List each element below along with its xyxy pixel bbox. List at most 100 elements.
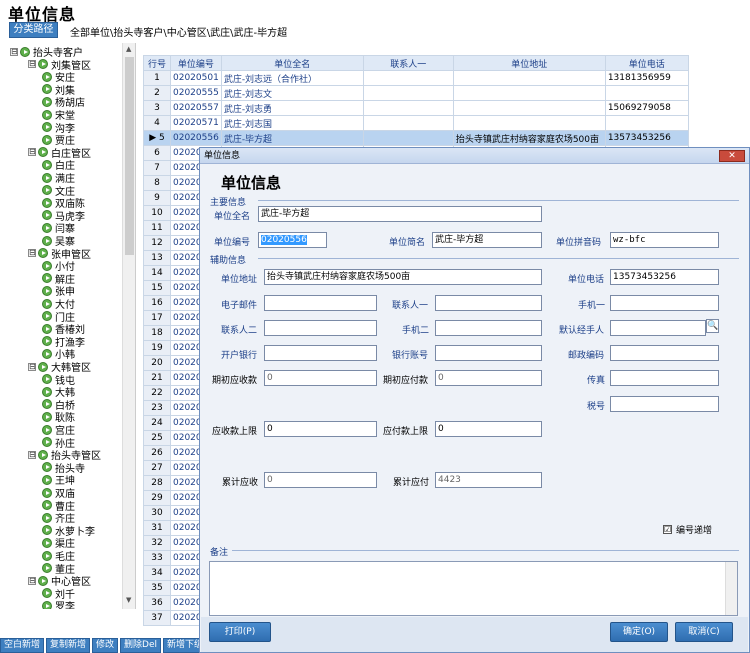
mobile2-label: 手机二 (402, 326, 430, 336)
node-icon (38, 575, 48, 586)
auto-increment-checkbox[interactable]: ☑ 编号递增 (663, 523, 712, 536)
node-icon (42, 411, 52, 422)
init-receivable-field[interactable]: 0 (264, 370, 377, 386)
postcode-field[interactable] (610, 345, 719, 361)
node-icon (42, 96, 52, 107)
tree-leaf[interactable]: 罗李 (42, 599, 75, 609)
table-cell-n: 14 (143, 265, 171, 281)
table-row[interactable]: 3 02020557 武庄-刘志勇 15069279058 (143, 100, 689, 116)
table-row[interactable]: 2 02020555 武庄-刘志文 (143, 85, 689, 101)
scroll-down-icon[interactable]: ▼ (126, 596, 131, 604)
contact1-label: 联系人一 (392, 301, 429, 311)
category-path-button[interactable]: 分类路径 (9, 22, 58, 38)
collapse-icon[interactable]: ⊟ (10, 47, 18, 56)
bank-label: 开户银行 (221, 351, 258, 361)
table-row[interactable]: 1 02020501 武庄-刘志远（合作社） 13181356959 (143, 70, 689, 86)
collapse-icon[interactable]: ⊟ (28, 249, 36, 258)
node-icon (42, 512, 52, 523)
node-icon (42, 537, 52, 548)
table-row[interactable]: 4 02020571 武庄-刘志国 (143, 115, 689, 131)
column-header[interactable]: 单位全名 (220, 55, 364, 71)
print-button[interactable]: 打印(P) (209, 622, 271, 642)
memo-scrollbar[interactable] (725, 562, 737, 615)
table-cell-n: 22 (143, 385, 171, 401)
dialog-titlebar[interactable]: 单位信息 (200, 148, 749, 164)
postcode-label: 邮政编码 (568, 351, 605, 361)
table-cell-n: 19 (143, 340, 171, 356)
table-cell-n: 32 (143, 535, 171, 551)
toolbar-button[interactable]: 修改 (92, 638, 119, 653)
pay-limit-field[interactable]: 0 (435, 421, 542, 437)
toolbar-button[interactable]: 删除Del (120, 638, 162, 653)
bank-field[interactable] (264, 345, 377, 361)
column-header[interactable]: 单位编号 (170, 55, 222, 71)
node-icon (42, 500, 52, 511)
table-cell-addr (452, 100, 606, 116)
table-cell-n: 9 (143, 190, 171, 206)
pinyin-field[interactable]: wz-bfc (610, 232, 719, 248)
cancel-button[interactable]: 取消(C) (675, 622, 733, 642)
table-cell-n: 12 (143, 235, 171, 251)
cum-pay-field[interactable]: 4423 (435, 472, 542, 488)
node-icon (42, 285, 52, 296)
collapse-icon[interactable]: ⊟ (28, 362, 36, 371)
node-icon (42, 311, 52, 322)
cum-recv-field[interactable]: 0 (264, 472, 377, 488)
dialog-heading: 单位信息 (221, 174, 282, 192)
search-icon[interactable]: 🔍 (706, 319, 719, 333)
init-receivable-label: 期初应收款 (212, 376, 258, 386)
contact1-field[interactable] (435, 295, 542, 311)
table-cell-n: 2 (143, 85, 171, 101)
scroll-up-icon[interactable]: ▲ (126, 45, 131, 53)
table-cell-addr (452, 85, 606, 101)
table-cell-n: 30 (143, 505, 171, 521)
table-cell-name: 武庄-刘志国 (220, 115, 364, 131)
recv-limit-field[interactable]: 0 (264, 421, 377, 437)
memo-textarea[interactable] (209, 561, 738, 616)
column-header[interactable]: 单位地址 (452, 55, 606, 71)
tax-label: 税号 (587, 402, 606, 412)
ok-button[interactable]: 确定(O) (610, 622, 668, 642)
collapse-icon[interactable]: ⊟ (28, 60, 36, 69)
table-cell-phone (604, 115, 689, 131)
account-field[interactable] (435, 345, 542, 361)
table-cell-n: 18 (143, 325, 171, 341)
table-row[interactable]: ▶ 5 02020556 武庄-毕方超 抬头寺镇武庄村纳容家庭农场500亩 135734… (143, 130, 689, 146)
init-payable-field[interactable]: 0 (435, 370, 542, 386)
toolbar-button[interactable]: 复制新增 (46, 638, 91, 653)
mobile1-field[interactable] (610, 295, 719, 311)
column-header[interactable]: 行号 (143, 55, 171, 71)
short-name-field[interactable]: 武庄-毕方超 (432, 232, 542, 248)
table-cell-n: 21 (143, 370, 171, 386)
address-field[interactable]: 抬头寺镇武庄村纳容家庭农场500亩 (264, 269, 542, 285)
contact2-field[interactable] (264, 320, 377, 336)
checkbox-icon[interactable]: ☑ (663, 525, 672, 534)
tax-field[interactable] (610, 396, 719, 412)
scroll-thumb[interactable] (125, 57, 134, 255)
short-name-label: 单位简名 (389, 238, 426, 248)
full-name-field[interactable]: 武庄-毕方超 (258, 206, 542, 222)
table-cell-n: 37 (143, 610, 171, 626)
table-cell-name: 武庄-毕方超 (220, 130, 364, 146)
default-handler-field[interactable] (610, 320, 706, 336)
divider (258, 258, 739, 259)
table-cell-name: 武庄-刘志远（合作社） (220, 70, 364, 86)
toolbar-button[interactable]: 空白新增 (0, 638, 45, 653)
collapse-icon[interactable]: ⊟ (28, 148, 36, 157)
collapse-icon[interactable]: ⊟ (28, 450, 36, 459)
unit-info-dialog: 单位信息 ✕ 单位信息 主要信息 单位全名 武庄-毕方超 单位编号 020205… (199, 147, 750, 653)
phone-field[interactable]: 13573453256 (610, 269, 719, 285)
tree-scrollbar[interactable]: ▲ ▼ (122, 43, 135, 609)
fax-field[interactable] (610, 370, 719, 386)
node-icon (42, 197, 52, 208)
mobile2-field[interactable] (435, 320, 542, 336)
code-field[interactable]: 02020556 (258, 232, 327, 248)
close-icon[interactable]: ✕ (719, 150, 745, 162)
table-cell-phone: 13181356959 (604, 70, 689, 86)
column-header[interactable]: 单位电话 (604, 55, 689, 71)
cum-pay-label: 累计应付 (393, 478, 430, 488)
email-field[interactable] (264, 295, 377, 311)
table-cell-n: 6 (143, 145, 171, 161)
collapse-icon[interactable]: ⊟ (28, 576, 36, 585)
column-header[interactable]: 联系人一 (362, 55, 454, 71)
